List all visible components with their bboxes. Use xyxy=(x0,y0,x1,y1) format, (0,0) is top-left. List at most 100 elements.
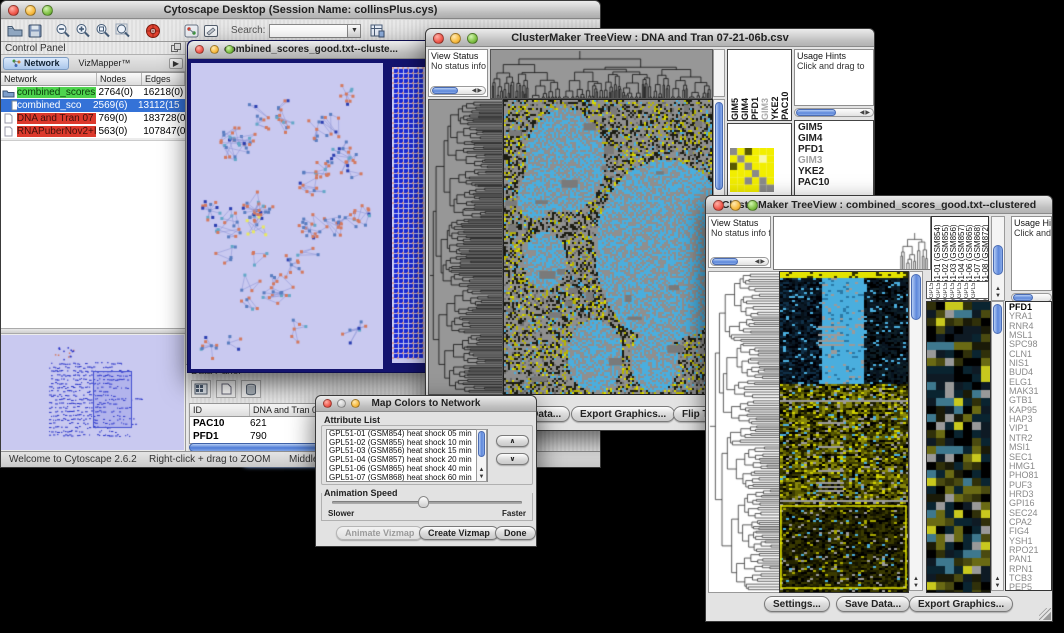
tv2-status-scrollbar[interactable]: ◀▶ xyxy=(710,257,769,266)
zoom-window-icon[interactable] xyxy=(351,399,360,408)
tv1-usage-hints-panel: Usage Hints Click and drag to xyxy=(794,49,874,106)
search-dropdown-button[interactable]: ▼ xyxy=(347,24,361,38)
zoom-window-icon[interactable] xyxy=(467,33,478,44)
column-label: GIM4 xyxy=(740,50,750,120)
animate-vizmap-button[interactable]: Animate Vizmap xyxy=(336,526,423,540)
close-icon[interactable] xyxy=(323,399,332,408)
zoom-window-icon[interactable] xyxy=(225,45,234,54)
dialog-title: Map Colors to Network xyxy=(372,398,481,409)
vizmapper-icon[interactable] xyxy=(181,22,201,40)
main-window-title: Cytoscape Desktop (Session Name: collins… xyxy=(164,4,438,16)
window-controls[interactable] xyxy=(8,5,53,16)
close-icon[interactable] xyxy=(713,200,724,211)
tv1-column-labels: GIM5GIM4PFD1GIM3YKE2PAC10 xyxy=(727,49,792,121)
panel-divider-handle[interactable] xyxy=(1,328,185,334)
tv2-zoom-heatmap[interactable] xyxy=(926,301,991,593)
gene-label[interactable]: GIM5 xyxy=(798,122,873,133)
zoom-column-label: GPL51-03 (GSM856) xyxy=(943,282,950,298)
tv1-column-dendrogram[interactable] xyxy=(490,49,713,99)
minimize-icon[interactable] xyxy=(730,200,741,211)
search-input[interactable] xyxy=(269,24,347,38)
column-label: PFD1 xyxy=(750,50,760,120)
control-panel: Control Panel Network VizMapper™ ▶ Netwo… xyxy=(1,42,186,451)
tv2-column-dendrogram[interactable] xyxy=(773,216,931,270)
network-graph-canvas[interactable] xyxy=(191,63,383,369)
minimize-icon[interactable] xyxy=(450,33,461,44)
tv1-mini-heatmap[interactable] xyxy=(730,148,774,192)
tv2-vertical-scrollbar[interactable]: ▲▼ xyxy=(909,271,923,591)
tv1-export-graphics-button[interactable]: Export Graphics... xyxy=(571,406,675,422)
attribute-browser-icon[interactable] xyxy=(367,22,387,40)
treeview2-title: ClusterMaker TreeView : combined_scores_… xyxy=(722,199,1036,211)
done-button[interactable]: Done xyxy=(495,526,536,540)
gene-label[interactable]: PEP5 xyxy=(1009,583,1051,591)
zoom-out-icon[interactable] xyxy=(53,22,73,40)
open-file-icon[interactable] xyxy=(5,22,25,40)
network-row-rnapuber[interactable]: RNAPuberNov2+I 563(0) 107847(0) xyxy=(1,125,185,138)
desktop: Cytoscape Desktop (Session Name: collins… xyxy=(0,0,1064,633)
new-attribute-icon[interactable] xyxy=(216,380,236,398)
network-overview-canvas[interactable] xyxy=(1,335,184,450)
minimize-icon[interactable] xyxy=(337,399,346,408)
move-down-button[interactable]: ∨ xyxy=(496,453,529,465)
tab-network[interactable]: Network xyxy=(3,57,69,70)
attribute-list[interactable]: GPL51-01 (GSM854) heat shock 05 minGPL51… xyxy=(326,429,488,482)
tv2-gene-scrollbar[interactable]: ▲▼ xyxy=(991,301,1004,591)
zoom-window-icon[interactable] xyxy=(42,5,53,16)
minimize-icon[interactable] xyxy=(210,45,219,54)
attribute-item[interactable]: GPL51-07 (GSM868) heat shock 60 min xyxy=(327,474,487,482)
tv2-save-data-button[interactable]: Save Data... xyxy=(836,596,910,612)
tab-vizmapper[interactable]: VizMapper™ xyxy=(69,58,141,68)
move-up-button[interactable]: ∧ xyxy=(496,435,529,447)
close-icon[interactable] xyxy=(195,45,204,54)
tv2-zoom-header: GPL51-01 (GSM854)GPL51-02 (GSM855)GPL51-… xyxy=(926,281,989,299)
tv2-row-dendrogram[interactable] xyxy=(708,271,780,593)
network-row-combined-sco[interactable]: combined_sco 2569(6) 13112(15) xyxy=(1,99,185,112)
zoom-column-label: GPL51-04 (GSM857) xyxy=(950,282,957,298)
tv2-gene-list[interactable]: PFD1YRA1RNR4MSL1SPC98CLN1NIS1BUD4ELG1MAK… xyxy=(1005,301,1052,591)
zoom-window-icon[interactable] xyxy=(747,200,758,211)
network-row-dna-tran[interactable]: DNA and Tran 07 769(0) 183728(0) xyxy=(1,112,185,125)
tv1-row-dendrogram[interactable] xyxy=(428,99,503,395)
folder-icon xyxy=(1,88,17,98)
speed-slider-thumb[interactable] xyxy=(418,496,429,508)
zoom-in-icon[interactable] xyxy=(73,22,93,40)
zoom-column-label: GPL51-02 (GSM855) xyxy=(936,282,943,298)
tv1-column-scrollbar[interactable] xyxy=(713,49,725,97)
tv1-heatmap[interactable] xyxy=(503,99,713,395)
resize-grip[interactable] xyxy=(1039,608,1051,620)
main-titlebar[interactable]: Cytoscape Desktop (Session Name: collins… xyxy=(1,1,600,19)
network-grid-canvas[interactable] xyxy=(392,67,426,363)
float-panel-icon[interactable] xyxy=(171,39,181,57)
tv2-column-scrollbar[interactable]: ▲▼ xyxy=(991,216,1005,301)
tv2-settings-button[interactable]: Settings... xyxy=(764,596,830,612)
attribute-list-scrollbar[interactable]: ▲▼ xyxy=(476,429,487,482)
help-lifering-icon[interactable] xyxy=(143,22,163,40)
save-icon[interactable] xyxy=(25,22,45,40)
network-table-header[interactable]: Network Nodes Edges xyxy=(1,72,185,86)
tv2-heatmap[interactable] xyxy=(779,271,909,593)
zoom-selected-icon[interactable] xyxy=(93,22,113,40)
delete-attribute-icon[interactable] xyxy=(241,380,261,398)
gene-label[interactable]: GIM3 xyxy=(798,155,873,166)
gene-label[interactable]: PAC10 xyxy=(798,177,873,188)
tv2-export-graphics-button[interactable]: Export Graphics... xyxy=(909,596,1013,612)
close-icon[interactable] xyxy=(8,5,19,16)
close-icon[interactable] xyxy=(433,33,444,44)
zoom-column-label: GPL51-07 (GSM868) xyxy=(964,282,971,298)
network-row-combined-scores[interactable]: combined_scores 2764(0) 16218(0) xyxy=(1,86,185,99)
tv1-usage-scrollbar[interactable]: ◀▶ xyxy=(794,108,874,117)
gene-label[interactable]: PFD1 xyxy=(798,144,873,155)
minimize-icon[interactable] xyxy=(25,5,36,16)
select-attributes-icon[interactable] xyxy=(191,380,211,398)
gene-label[interactable]: YKE2 xyxy=(798,166,873,177)
annotation-icon[interactable] xyxy=(201,22,221,40)
tv1-status-scrollbar[interactable]: ◀▶ xyxy=(430,86,486,95)
create-vizmap-button[interactable]: Create Vizmap xyxy=(419,526,499,540)
tab-overflow-arrow[interactable]: ▶ xyxy=(169,58,183,69)
zoom-fit-icon[interactable] xyxy=(113,22,133,40)
status-zoom-hint: Right-click + drag to ZOOM xyxy=(149,454,270,465)
gene-label[interactable]: GIM4 xyxy=(798,133,873,144)
network-view-title: combined_scores_good.txt--cluste... xyxy=(224,44,398,55)
tv1-view-status-panel: View Status No status info f ◀▶ xyxy=(428,49,488,97)
